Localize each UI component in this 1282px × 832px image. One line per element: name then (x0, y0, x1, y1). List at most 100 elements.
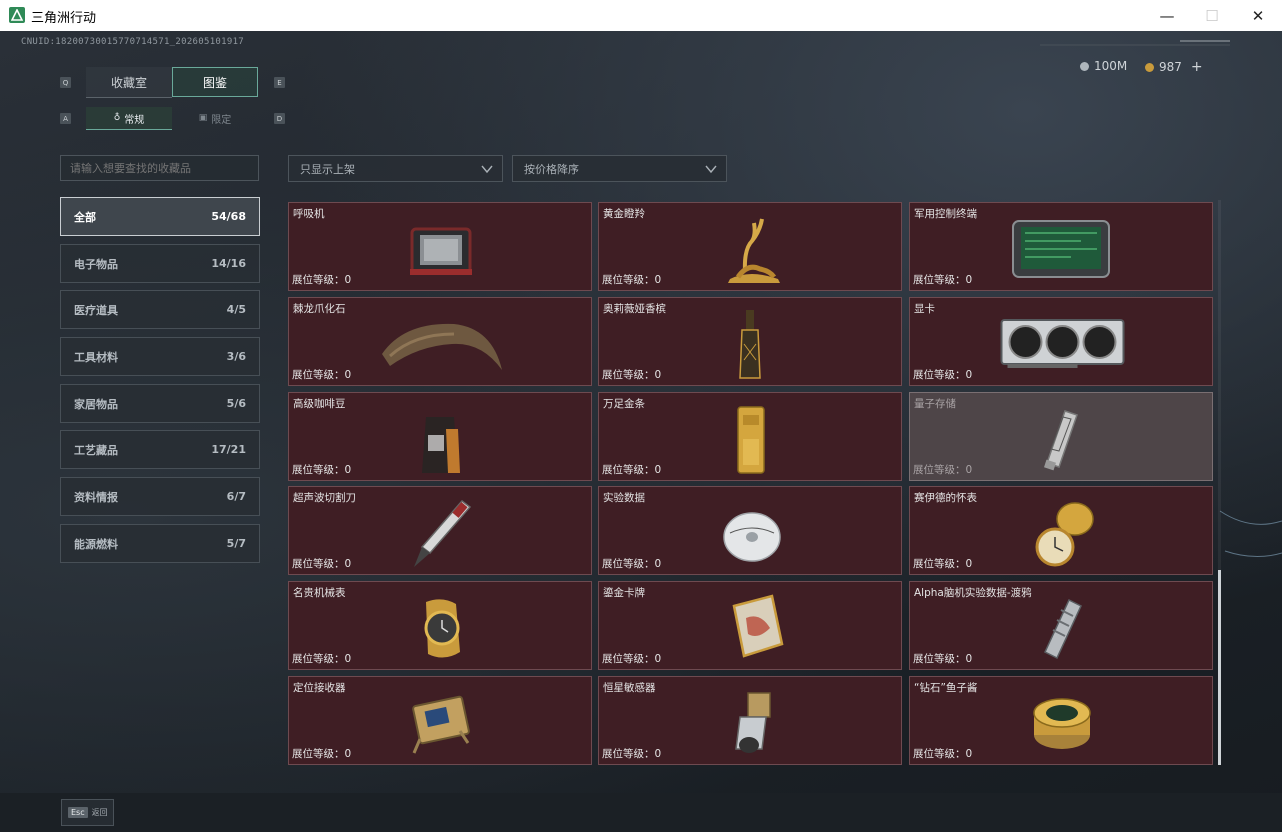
item-card-military-terminal[interactable]: 军用控制终端 展位等级：0 (909, 202, 1213, 291)
item-level: 展位等级：0 (913, 653, 973, 665)
regular-icon: ♁ (113, 113, 121, 123)
item-card-gold-bar[interactable]: 万足金条 展位等级：0 (598, 392, 902, 481)
ticket-amount: 987 (1159, 60, 1182, 74)
item-card-diamond-caviar[interactable]: “钻石”鱼子酱 展位等级：0 (909, 676, 1213, 765)
item-name: 显卡 (914, 303, 935, 315)
item-name: 鎏金卡牌 (603, 587, 645, 599)
item-level: 展位等级：0 (602, 748, 662, 760)
item-name: 万足金条 (603, 398, 645, 410)
subtab-next-key-hint: D (274, 113, 285, 124)
category-label: 医疗道具 (74, 303, 118, 317)
item-level: 展位等级：0 (292, 653, 352, 665)
data-disc-icon (723, 512, 781, 562)
category-electronics[interactable]: 电子物品 14/16 (60, 244, 260, 283)
item-level: 展位等级：0 (292, 558, 352, 570)
pocket-watch-icon (1035, 502, 1094, 567)
item-name: 赛伊德的怀表 (914, 492, 977, 504)
military-terminal-icon (1012, 220, 1110, 278)
app-logo-icon (9, 7, 25, 23)
category-count: 17/21 (211, 443, 246, 456)
category-household[interactable]: 家居物品 5/6 (60, 384, 260, 423)
item-card-quantum-storage[interactable]: 量子存储 展位等级：0 (909, 392, 1213, 481)
item-card-locator-receiver[interactable]: 定位接收器 展位等级：0 (288, 676, 592, 765)
ultrasonic-knife-icon (414, 499, 472, 567)
graphics-card-icon (1000, 319, 1125, 368)
category-label: 家居物品 (74, 397, 118, 411)
category-intel[interactable]: 资料情报 6/7 (60, 477, 260, 516)
category-count: 54/68 (211, 210, 246, 223)
item-name: 量子存储 (914, 398, 956, 410)
respirator-icon (410, 227, 472, 275)
close-button[interactable]: ✕ (1235, 0, 1281, 31)
item-card-ultrasonic-knife[interactable]: 超声波切割刀 展位等级：0 (288, 486, 592, 575)
category-crafts[interactable]: 工艺藏品 17/21 (60, 430, 260, 469)
gold-bar-icon (737, 406, 765, 474)
item-card-pocket-watch[interactable]: 赛伊德的怀表 展位等级：0 (909, 486, 1213, 575)
caviar-tin-icon (1033, 698, 1091, 749)
add-currency-button[interactable]: + (1191, 59, 1203, 75)
item-card-experiment-data[interactable]: 实验数据 展位等级：0 (598, 486, 902, 575)
item-level: 展位等级：0 (602, 558, 662, 570)
category-label: 电子物品 (74, 257, 118, 271)
item-name: 名贵机械表 (293, 587, 346, 599)
maximize-button[interactable]: ☐ (1189, 0, 1235, 31)
category-count: 3/6 (226, 350, 246, 363)
grid-scrollbar-thumb[interactable] (1218, 570, 1221, 765)
category-count: 5/6 (226, 397, 246, 410)
item-level: 展位等级：0 (913, 748, 973, 760)
quantum-storage-icon (1044, 410, 1078, 471)
category-count: 5/7 (226, 537, 246, 550)
item-level: 展位等级：0 (602, 274, 662, 286)
item-card-graphics-card[interactable]: 显卡 展位等级：0 (909, 297, 1213, 386)
item-level: 展位等级：0 (292, 369, 352, 381)
back-button[interactable]: Esc 返回 (61, 799, 114, 826)
item-name: 高级咖啡豆 (293, 398, 346, 410)
footer-bar (0, 793, 1282, 832)
gilded-card-icon (732, 594, 784, 658)
item-name: 实验数据 (603, 492, 645, 504)
category-count: 4/5 (226, 303, 246, 316)
item-card-claw-fossil[interactable]: 棘龙爪化石 展位等级：0 (288, 297, 592, 386)
subtab-prev-key-hint: A (60, 113, 71, 124)
category-all[interactable]: 全部 54/68 (60, 197, 260, 236)
item-name: 黄金瞪羚 (603, 208, 645, 220)
item-card-respirator[interactable]: 呼吸机 展位等级：0 (288, 202, 592, 291)
champagne-icon (739, 310, 761, 379)
item-card-gilded-card[interactable]: 鎏金卡牌 展位等级：0 (598, 581, 902, 670)
sort-dropdown[interactable]: 按价格降序 (512, 155, 727, 182)
subtab-limited[interactable]: ▣ 限定 (172, 107, 258, 129)
category-label: 能源燃料 (74, 537, 118, 551)
item-name: 超声波切割刀 (293, 492, 356, 504)
subtab-regular[interactable]: ♁ 常规 (86, 107, 172, 130)
item-card-luxury-watch[interactable]: 名贵机械表 展位等级：0 (288, 581, 592, 670)
item-level: 展位等级：0 (913, 558, 973, 570)
display-filter-dropdown[interactable]: 只显示上架 (288, 155, 503, 182)
category-medical[interactable]: 医疗道具 4/5 (60, 290, 260, 329)
limited-icon: ▣ (198, 113, 208, 123)
item-card-champagne[interactable]: 奥莉薇娅香槟 展位等级：0 (598, 297, 902, 386)
item-card-star-sensor[interactable]: 恒星敏感器 展位等级：0 (598, 676, 902, 765)
locator-receiver-icon (412, 695, 470, 754)
item-card-coffee-beans[interactable]: 高级咖啡豆 展位等级：0 (288, 392, 592, 481)
tab-collection-room[interactable]: 收藏室 (86, 67, 172, 98)
subtab-limited-label: 限定 (211, 114, 232, 126)
chevron-down-icon (705, 165, 717, 174)
item-card-golden-gazelle[interactable]: 黄金瞪羚 展位等级：0 (598, 202, 902, 291)
item-level: 展位等级：0 (292, 274, 352, 286)
category-energy[interactable]: 能源燃料 5/7 (60, 524, 260, 563)
item-name: 棘龙爪化石 (293, 303, 346, 315)
minimize-button[interactable]: — (1144, 0, 1190, 31)
item-name: 恒星敏感器 (603, 682, 656, 694)
item-level: 展位等级：0 (292, 464, 352, 476)
item-name: 奥莉薇娅香槟 (603, 303, 666, 315)
chevron-down-icon (481, 165, 493, 174)
collectible-search-input[interactable] (60, 155, 259, 181)
tab-codex[interactable]: 图鉴 (172, 67, 258, 97)
category-count: 14/16 (211, 257, 246, 270)
item-card-alpha-data[interactable]: Alpha脑机实验数据-渡鸦 展位等级：0 (909, 581, 1213, 670)
subtab-regular-label: 常规 (124, 114, 145, 126)
item-name: “钻石”鱼子酱 (914, 682, 978, 694)
category-tools[interactable]: 工具材料 3/6 (60, 337, 260, 376)
window-titlebar: 三角洲行动 — ☐ ✕ (0, 0, 1282, 32)
esc-key-hint: Esc (68, 807, 88, 818)
